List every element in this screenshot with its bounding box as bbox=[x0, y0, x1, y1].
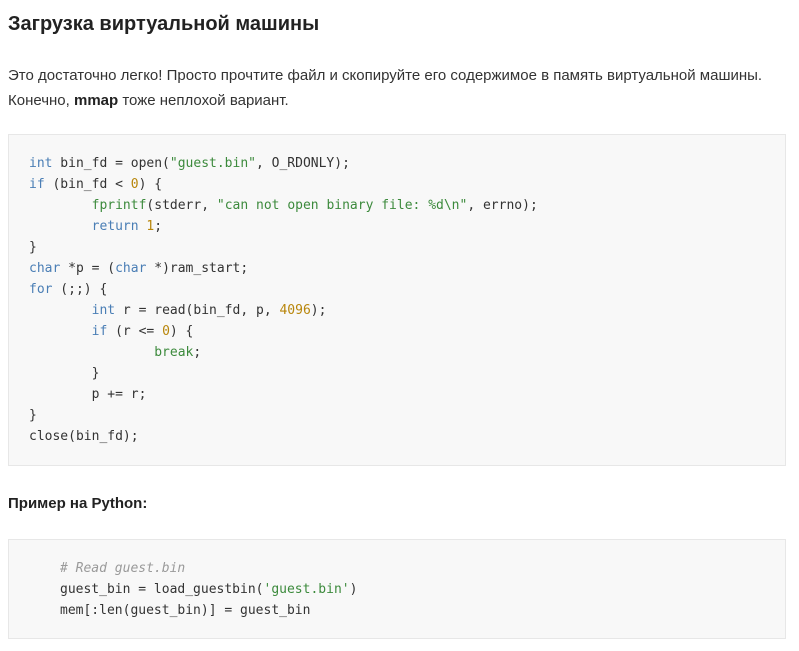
code-token: (;;) { bbox=[52, 282, 108, 297]
code-token: mem[:len(guest_bin)] = guest_bin bbox=[60, 603, 311, 618]
code-token: 0 bbox=[130, 177, 139, 192]
code-token: } bbox=[29, 240, 37, 255]
code-line: } bbox=[29, 237, 785, 258]
code-token: 'guest.bin' bbox=[263, 582, 350, 597]
code-token: (stderr, bbox=[146, 198, 217, 213]
code-token: r = read(bin_fd, p, bbox=[115, 303, 280, 318]
code-line: return 1; bbox=[29, 216, 785, 237]
code-token: 4096 bbox=[279, 303, 311, 318]
code-token: ) { bbox=[169, 324, 194, 339]
intro-text-after: тоже неплохой вариант. bbox=[118, 92, 289, 109]
code-token: break bbox=[154, 345, 194, 360]
code-token: (bin_fd < bbox=[44, 177, 131, 192]
code-token: } bbox=[29, 408, 37, 423]
code-line: p += r; bbox=[29, 384, 785, 405]
code-line: mem[:len(guest_bin)] = guest_bin bbox=[60, 600, 785, 621]
code-token: , O_RDONLY); bbox=[255, 156, 350, 171]
code-token: p += r; bbox=[29, 387, 147, 402]
code-token: fprintf bbox=[91, 198, 147, 213]
python-example-heading: Пример на Python: bbox=[8, 495, 148, 512]
code-token: ); bbox=[310, 303, 327, 318]
code-token: *)ram_start; bbox=[146, 261, 249, 276]
code-token: "guest.bin" bbox=[169, 156, 256, 171]
code-token: , errno); bbox=[467, 198, 538, 213]
code-token: ; bbox=[193, 345, 202, 360]
code-line: guest_bin = load_guestbin('guest.bin') bbox=[60, 579, 785, 600]
code-token: if bbox=[91, 324, 108, 339]
code-token: guest_bin = load_guestbin( bbox=[60, 582, 264, 597]
code-token: char bbox=[115, 261, 147, 276]
code-token: "can not open binary file: %d\n" bbox=[216, 198, 468, 213]
code-token: int bbox=[91, 303, 116, 318]
code-token: return bbox=[91, 219, 139, 234]
code-token: ) bbox=[349, 582, 358, 597]
code-line: } bbox=[29, 405, 785, 426]
code-token: if bbox=[29, 177, 45, 192]
code-line: # Read guest.bin bbox=[60, 558, 785, 579]
intro-paragraph: Это достаточно легко! Просто прочтите фа… bbox=[8, 63, 768, 113]
code-token: int bbox=[29, 156, 53, 171]
code-line: fprintf(stderr, "can not open binary fil… bbox=[29, 195, 785, 216]
code-token: 0 bbox=[162, 324, 170, 339]
code-line: for (;;) { bbox=[29, 279, 785, 300]
code-token: ; bbox=[154, 219, 163, 234]
python-code-block: # Read guest.bin guest_bin = load_guestbi… bbox=[8, 539, 786, 639]
code-token: close(bin_fd); bbox=[29, 429, 139, 444]
code-token: char bbox=[29, 261, 61, 276]
code-token: *p = ( bbox=[60, 261, 116, 276]
code-token: for bbox=[29, 282, 53, 297]
code-token: } bbox=[29, 366, 100, 381]
mmap-bold: mmap bbox=[73, 92, 119, 109]
code-token: ) { bbox=[138, 177, 163, 192]
code-token: # Read guest.bin bbox=[60, 561, 186, 576]
section-title: Загрузка виртуальной машины bbox=[8, 13, 320, 35]
code-line: close(bin_fd); bbox=[29, 426, 785, 447]
code-line: break; bbox=[29, 342, 785, 363]
code-line: if (bin_fd < 0) { bbox=[29, 174, 785, 195]
code-token: (r <= bbox=[107, 324, 163, 339]
code-token: bin_fd = open( bbox=[52, 156, 170, 171]
code-line: int bin_fd = open("guest.bin", O_RDONLY)… bbox=[29, 153, 785, 174]
code-line: char *p = (char *)ram_start; bbox=[29, 258, 785, 279]
code-line: } bbox=[29, 363, 785, 384]
code-line: if (r <= 0) { bbox=[29, 321, 785, 342]
code-line: int r = read(bin_fd, p, 4096); bbox=[29, 300, 785, 321]
c-code-block: int bin_fd = open("guest.bin", O_RDONLY)… bbox=[8, 134, 786, 466]
